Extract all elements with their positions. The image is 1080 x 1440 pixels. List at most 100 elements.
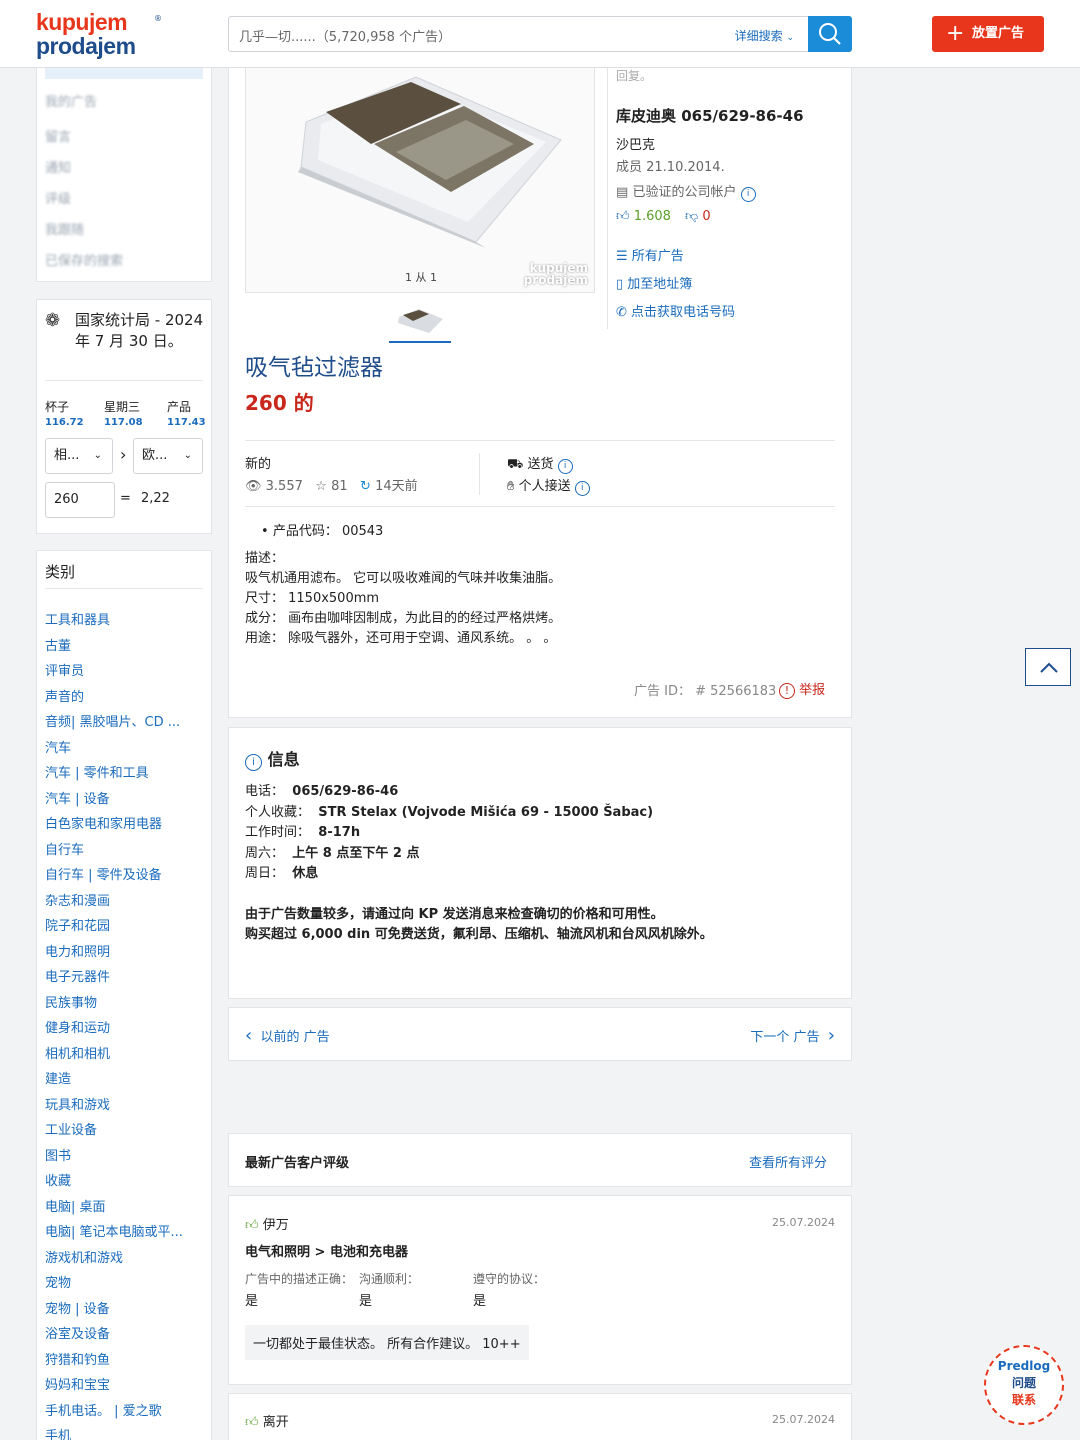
sidebar-item-my-ads[interactable]: 我的广告 [45, 91, 97, 111]
scroll-to-top-button[interactable] [1025, 648, 1071, 686]
prev-ad-link[interactable]: ‹ 以前的 广告 [245, 1025, 330, 1046]
category-link[interactable]: 健身和运动 [45, 1017, 110, 1036]
review-date: 25.07.2024 [772, 1216, 835, 1229]
chevron-down-icon: ⌄ [786, 33, 794, 43]
dislike-count[interactable]: 👎︎ 0 [685, 209, 711, 224]
category-link[interactable]: 游戏机和游戏 [45, 1247, 123, 1266]
category-link[interactable]: 收藏 [45, 1170, 71, 1189]
ad-stats: 👁︎ 3.557 ☆ 81 ↻ 14天前 [245, 475, 418, 494]
add-address-book-link[interactable]: ▯ 加至地址簿 [616, 273, 692, 292]
info-hours: 工作时间： 8-17h [245, 821, 360, 840]
from-currency-value: 相... [54, 448, 80, 463]
category-link[interactable]: 院子和花园 [45, 915, 110, 934]
info-icon[interactable]: i [574, 481, 590, 496]
alert-icon: ! [779, 683, 795, 699]
info-title: 信息 [267, 750, 300, 769]
post-ad-button[interactable]: + 放置广告 [932, 16, 1044, 52]
pickup-label: 个人接送 [518, 479, 571, 494]
category-link[interactable]: 工业设备 [45, 1119, 97, 1138]
category-link[interactable]: 宠物 | 设备 [45, 1298, 110, 1317]
info-label: 周六： [245, 846, 285, 861]
category-link[interactable]: 玩具和游戏 [45, 1094, 110, 1113]
delivery-label: 送货 [527, 457, 554, 472]
category-link[interactable]: 白色家电和家用电器 [45, 813, 162, 832]
rate-value: 117.43 [167, 417, 206, 428]
info-label: 周日： [245, 866, 285, 881]
category-link[interactable]: 图书 [45, 1145, 71, 1164]
advanced-search-label: 详细搜索 [734, 29, 783, 43]
help-badge[interactable]: Predlog 问题 联系 [984, 1345, 1064, 1425]
meta-divider [479, 453, 480, 495]
category-link[interactable]: 声音的 [45, 686, 84, 705]
search-button[interactable] [808, 16, 852, 52]
category-link[interactable]: 评审员 [45, 660, 84, 679]
review-category: 电气和照明 > 电池和充电器 [245, 1245, 408, 1260]
info-label: 电话： [245, 784, 285, 799]
sidebar-item-messages[interactable]: 留言 [45, 126, 71, 146]
category-link[interactable]: 电脑| 桌面 [45, 1196, 106, 1215]
info-value: 休息 [292, 866, 319, 881]
category-link[interactable]: 汽车 | 零件和工具 [45, 762, 149, 781]
search-input[interactable]: 几乎—切......（5,720,958 个广告） 详细搜索 ⌄ [228, 16, 808, 52]
category-link[interactable]: 宠物 [45, 1272, 71, 1291]
thumbnail-image [398, 309, 443, 333]
star-icon[interactable]: ☆ [315, 479, 327, 494]
info-icon[interactable]: i [740, 187, 756, 202]
category-link[interactable]: 电脑| 笔记本电脑或平... [45, 1221, 183, 1240]
category-link[interactable]: 相机和相机 [45, 1043, 110, 1062]
review-item: 👍︎ 伊万 25.07.2024 电气和照明 > 电池和充电器 广告中的描述正确… [228, 1195, 852, 1385]
category-link[interactable]: 自行车 | 零件及设备 [45, 864, 162, 883]
review-item: 👍︎ 离开 25.07.2024 [228, 1393, 852, 1440]
category-link[interactable]: 民族事物 [45, 992, 97, 1011]
category-link[interactable]: 汽车 [45, 737, 71, 756]
site-logo[interactable]: kupujem prodajem ® [36, 10, 162, 60]
description-line: 尺寸： 1150x500mm [245, 591, 380, 606]
description-line: 吸气机通用滤布。 它可以吸收难闻的气味并收集油脂。 [245, 571, 562, 586]
exchange-title: 国家统计局 - 2024 年 7 月 30 日。 [75, 311, 204, 350]
category-link[interactable]: 狩猎和钓鱼 [45, 1349, 110, 1368]
sidebar-item-notifications[interactable]: 通知 [45, 157, 71, 177]
category-link[interactable]: 手机 [45, 1425, 71, 1440]
product-code: • 产品代码： 00543 [261, 524, 384, 539]
info-icon[interactable]: i [557, 459, 573, 474]
product-code-text: 产品代码： 00543 [272, 524, 384, 539]
review-user-name: 离开 [262, 1415, 289, 1430]
report-link[interactable]: ! 举报 [779, 679, 825, 699]
amount-input[interactable]: 260 [45, 482, 115, 518]
phone-icon: ✆ [616, 305, 627, 320]
category-link[interactable]: 音频| 黑胶唱片、CD ... [45, 711, 180, 730]
sidebar-item-saved-searches[interactable]: 已保存的搜索 [45, 250, 123, 270]
sidebar-item-ratings[interactable]: 评级 [45, 188, 71, 208]
divider [45, 588, 203, 589]
category-link[interactable]: 工具和器具 [45, 609, 110, 628]
advanced-search-link[interactable]: 详细搜索 ⌄ [735, 27, 794, 44]
category-link[interactable]: 杂志和漫画 [45, 890, 110, 909]
category-link[interactable]: 浴室及设备 [45, 1323, 110, 1342]
next-ad-link[interactable]: 下一个 广告 › [750, 1025, 835, 1046]
divider [45, 380, 203, 381]
all-ads-link[interactable]: ☰ 所有广告 [616, 245, 684, 264]
category-link[interactable]: 古董 [45, 635, 71, 654]
category-link[interactable]: 汽车 | 设备 [45, 788, 110, 807]
sidebar-item-following[interactable]: 我跟随 [45, 219, 84, 239]
category-link[interactable]: 建造 [45, 1068, 71, 1087]
category-link[interactable]: 电子元器件 [45, 966, 110, 985]
rate-mid: 星期三 117.08 [104, 398, 143, 428]
category-link[interactable]: 手机电话。 | 爱之歌 [45, 1400, 162, 1419]
get-phone-link[interactable]: ✆ 点击获取电话号码 [616, 301, 735, 320]
review-user: 👍︎ 离开 [245, 1411, 289, 1430]
seller-name[interactable]: 库皮迪奥 065/629-86-46 [616, 105, 804, 126]
from-currency-select[interactable]: 相... ⌄ [45, 438, 113, 474]
category-link[interactable]: 电力和照明 [45, 941, 110, 960]
ad-photo[interactable]: kupujem prodajem 1 从 1 [245, 51, 595, 293]
review-answer: 是 [359, 1294, 373, 1309]
photo-thumbnail[interactable] [389, 303, 451, 343]
like-count[interactable]: 👍︎ 1.608 [616, 209, 671, 224]
category-link[interactable]: 妈妈和宝宝 [45, 1374, 110, 1393]
to-currency-select[interactable]: 欧... ⌄ [133, 438, 203, 474]
category-link[interactable]: 自行车 [45, 839, 84, 858]
thumbs-up-icon: 👍︎ [245, 1218, 259, 1233]
see-all-reviews-link[interactable]: 查看所有评分 [749, 1152, 827, 1171]
help-badge-line1: Predlog [997, 1359, 1051, 1373]
post-ad-label: 放置广告 [972, 26, 1025, 41]
